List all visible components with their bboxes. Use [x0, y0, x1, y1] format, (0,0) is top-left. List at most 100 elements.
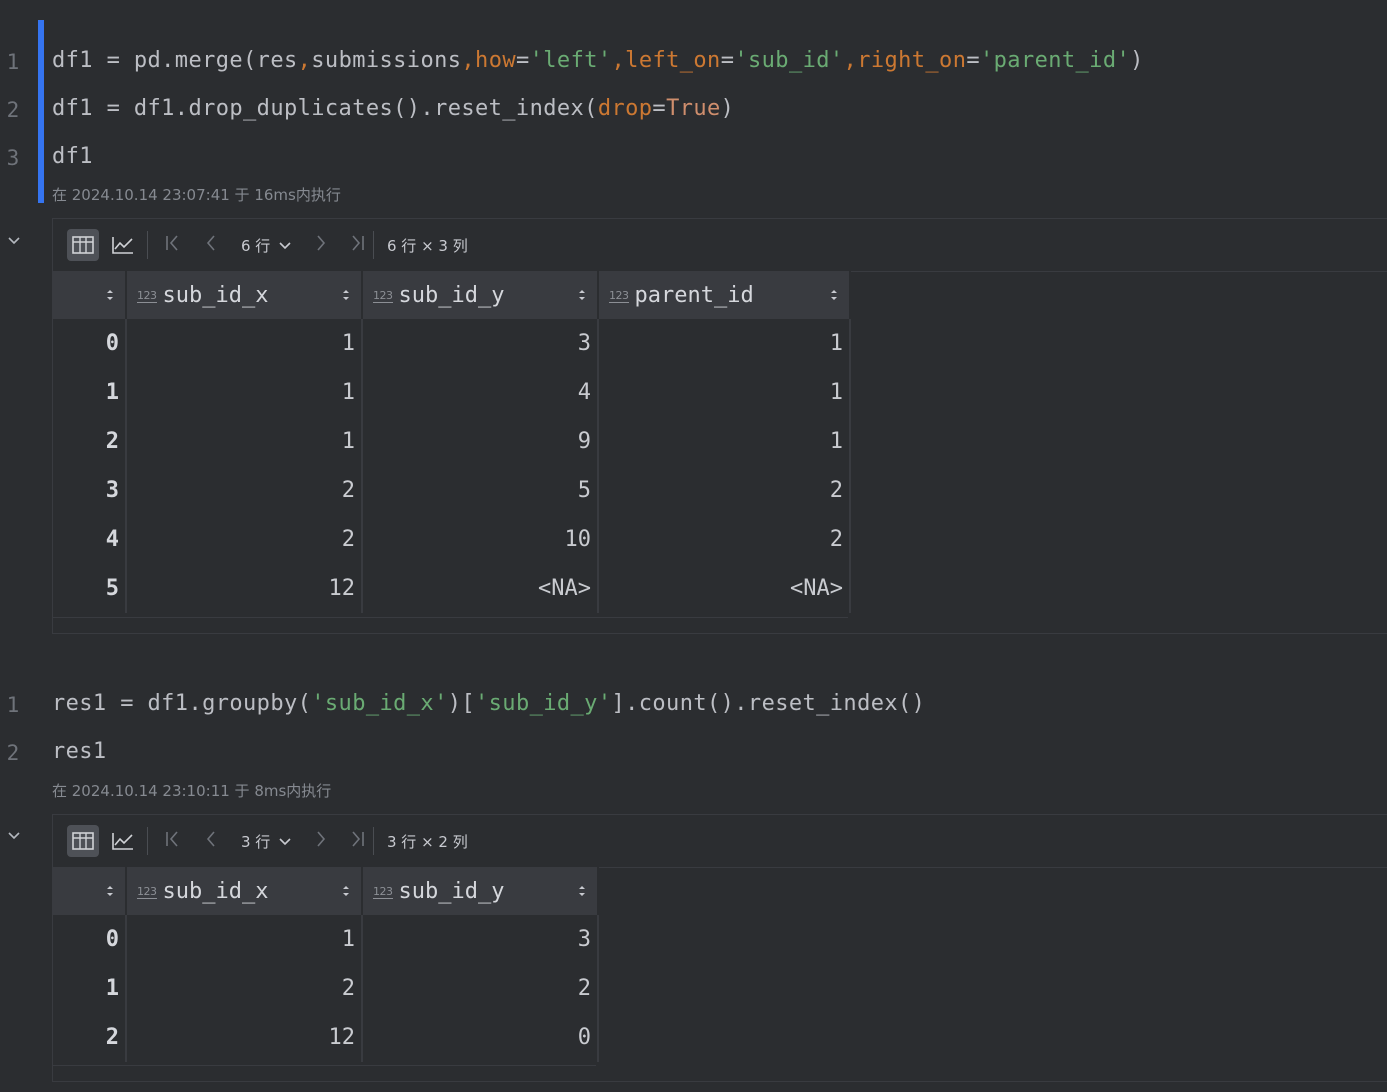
row-index[interactable]: 1: [53, 964, 127, 1013]
table-row: 3 2 5 2: [53, 466, 851, 515]
row-index[interactable]: 2: [53, 417, 127, 466]
output-toolbar: 3 行 3 行 × 2 列: [53, 815, 1387, 868]
index-header[interactable]: [53, 271, 127, 319]
prev-page-icon[interactable]: [201, 829, 221, 853]
table-cell[interactable]: 12: [126, 1013, 363, 1062]
toolbar-divider: [147, 827, 148, 855]
code-token: ].count().reset_index(): [611, 691, 926, 716]
table-cell[interactable]: 2: [598, 466, 851, 515]
toolbar-divider: [373, 231, 374, 259]
code-line[interactable]: df1: [52, 144, 93, 169]
table-cell[interactable]: <NA>: [598, 564, 851, 613]
table-view-icon[interactable]: [67, 825, 99, 857]
chevron-down-icon[interactable]: [6, 827, 22, 843]
code-token: 'sub_id_y': [475, 691, 612, 716]
dimensions-label: 3 行 × 2 列: [387, 833, 468, 851]
output-panel: 6 行 6 行 × 3 列 123 sub_id_x 123 sub_id_y …: [52, 218, 1387, 634]
table-cell[interactable]: 2: [598, 515, 851, 564]
table-cell[interactable]: 12: [126, 564, 363, 613]
horizontal-scrollbar[interactable]: [53, 1065, 596, 1080]
table-cell[interactable]: 3: [362, 915, 599, 964]
table-cell[interactable]: 2: [126, 466, 363, 515]
row-index[interactable]: 4: [53, 515, 127, 564]
chevron-down-icon: [279, 838, 291, 846]
code-token: =: [966, 48, 981, 73]
number-type-icon: 123: [609, 288, 629, 303]
dimensions-label: 6 行 × 3 列: [387, 237, 468, 255]
table-cell[interactable]: 3: [362, 319, 599, 368]
code-token: df1 = df1.drop_duplicates().reset_index(: [52, 96, 598, 121]
table-cell[interactable]: 9: [362, 417, 599, 466]
output-panel: 3 行 3 行 × 2 列 123 sub_id_x 123 sub_id_y …: [52, 814, 1387, 1082]
code-token: ,: [461, 48, 476, 73]
table-cell[interactable]: 1: [598, 368, 851, 417]
code-line[interactable]: res1 = df1.groupby('sub_id_x')['sub_id_y…: [52, 691, 925, 716]
chevron-down-icon[interactable]: [6, 232, 22, 248]
chart-view-icon[interactable]: [107, 825, 139, 857]
row-index[interactable]: 1: [53, 368, 127, 417]
sort-icon[interactable]: [105, 287, 115, 303]
column-header[interactable]: 123 parent_id: [598, 271, 851, 319]
table-header-row: 123 sub_id_x 123 sub_id_y: [53, 867, 599, 915]
last-page-icon[interactable]: [347, 829, 367, 853]
column-header-label: sub_id_x: [162, 878, 269, 904]
row-index[interactable]: 0: [53, 319, 127, 368]
first-page-icon[interactable]: [163, 233, 183, 257]
table-cell[interactable]: 1: [126, 319, 363, 368]
column-header[interactable]: 123 sub_id_y: [362, 271, 599, 319]
table-cell[interactable]: 4: [362, 368, 599, 417]
rows-per-page-select[interactable]: 3 行: [241, 831, 291, 852]
table-cell[interactable]: 1: [598, 319, 851, 368]
table-cell[interactable]: 2: [126, 515, 363, 564]
code-token: ,: [843, 48, 858, 73]
code-token: =: [720, 48, 735, 73]
table-cell[interactable]: 5: [362, 466, 599, 515]
table-cell[interactable]: 1: [126, 915, 363, 964]
code-token: 'sub_id_x': [311, 691, 448, 716]
table-view-icon[interactable]: [67, 229, 99, 261]
first-page-icon[interactable]: [163, 829, 183, 853]
table-cell[interactable]: 2: [362, 964, 599, 1013]
row-index[interactable]: 2: [53, 1013, 127, 1062]
sort-icon[interactable]: [341, 883, 351, 899]
code-line[interactable]: df1 = df1.drop_duplicates().reset_index(…: [52, 96, 734, 121]
table-row: 1 2 2: [53, 964, 599, 1013]
chart-view-icon[interactable]: [107, 229, 139, 261]
sort-icon[interactable]: [829, 287, 839, 303]
column-header[interactable]: 123 sub_id_y: [362, 867, 599, 915]
code-line[interactable]: res1: [52, 739, 107, 764]
code-token: True: [666, 96, 721, 121]
next-page-icon[interactable]: [311, 829, 331, 853]
rows-per-page-select[interactable]: 6 行: [241, 235, 291, 256]
code-token: df1 = pd.merge(res: [52, 48, 298, 73]
table-cell[interactable]: 10: [362, 515, 599, 564]
row-index[interactable]: 5: [53, 564, 127, 613]
sort-icon[interactable]: [105, 883, 115, 899]
dataframe-table: 123 sub_id_x 123 sub_id_y 0 1 3 1 2 2 2 …: [53, 867, 599, 1062]
sort-icon[interactable]: [341, 287, 351, 303]
row-index[interactable]: 0: [53, 915, 127, 964]
horizontal-scrollbar[interactable]: [53, 617, 848, 632]
row-index[interactable]: 3: [53, 466, 127, 515]
next-page-icon[interactable]: [311, 233, 331, 257]
table-cell[interactable]: 1: [126, 368, 363, 417]
table-cell[interactable]: <NA>: [362, 564, 599, 613]
code-token: 'sub_id': [734, 48, 844, 73]
table-cell[interactable]: 2: [126, 964, 363, 1013]
prev-page-icon[interactable]: [201, 233, 221, 257]
table-cell[interactable]: 1: [598, 417, 851, 466]
last-page-icon[interactable]: [347, 233, 367, 257]
sort-icon[interactable]: [577, 883, 587, 899]
column-header[interactable]: 123 sub_id_x: [126, 867, 363, 915]
index-header[interactable]: [53, 867, 127, 915]
toolbar-divider: [147, 231, 148, 259]
table-row: 1 1 4 1: [53, 368, 851, 417]
code-line[interactable]: df1 = pd.merge(res,submissions,how='left…: [52, 48, 1144, 73]
sort-icon[interactable]: [577, 287, 587, 303]
table-cell[interactable]: 0: [362, 1013, 599, 1062]
execution-info: 在 2024.10.14 23:10:11 于 8ms内执行: [52, 782, 332, 800]
line-number: 3: [6, 146, 20, 170]
code-token: drop: [597, 96, 653, 121]
table-cell[interactable]: 1: [126, 417, 363, 466]
column-header[interactable]: 123 sub_id_x: [126, 271, 363, 319]
